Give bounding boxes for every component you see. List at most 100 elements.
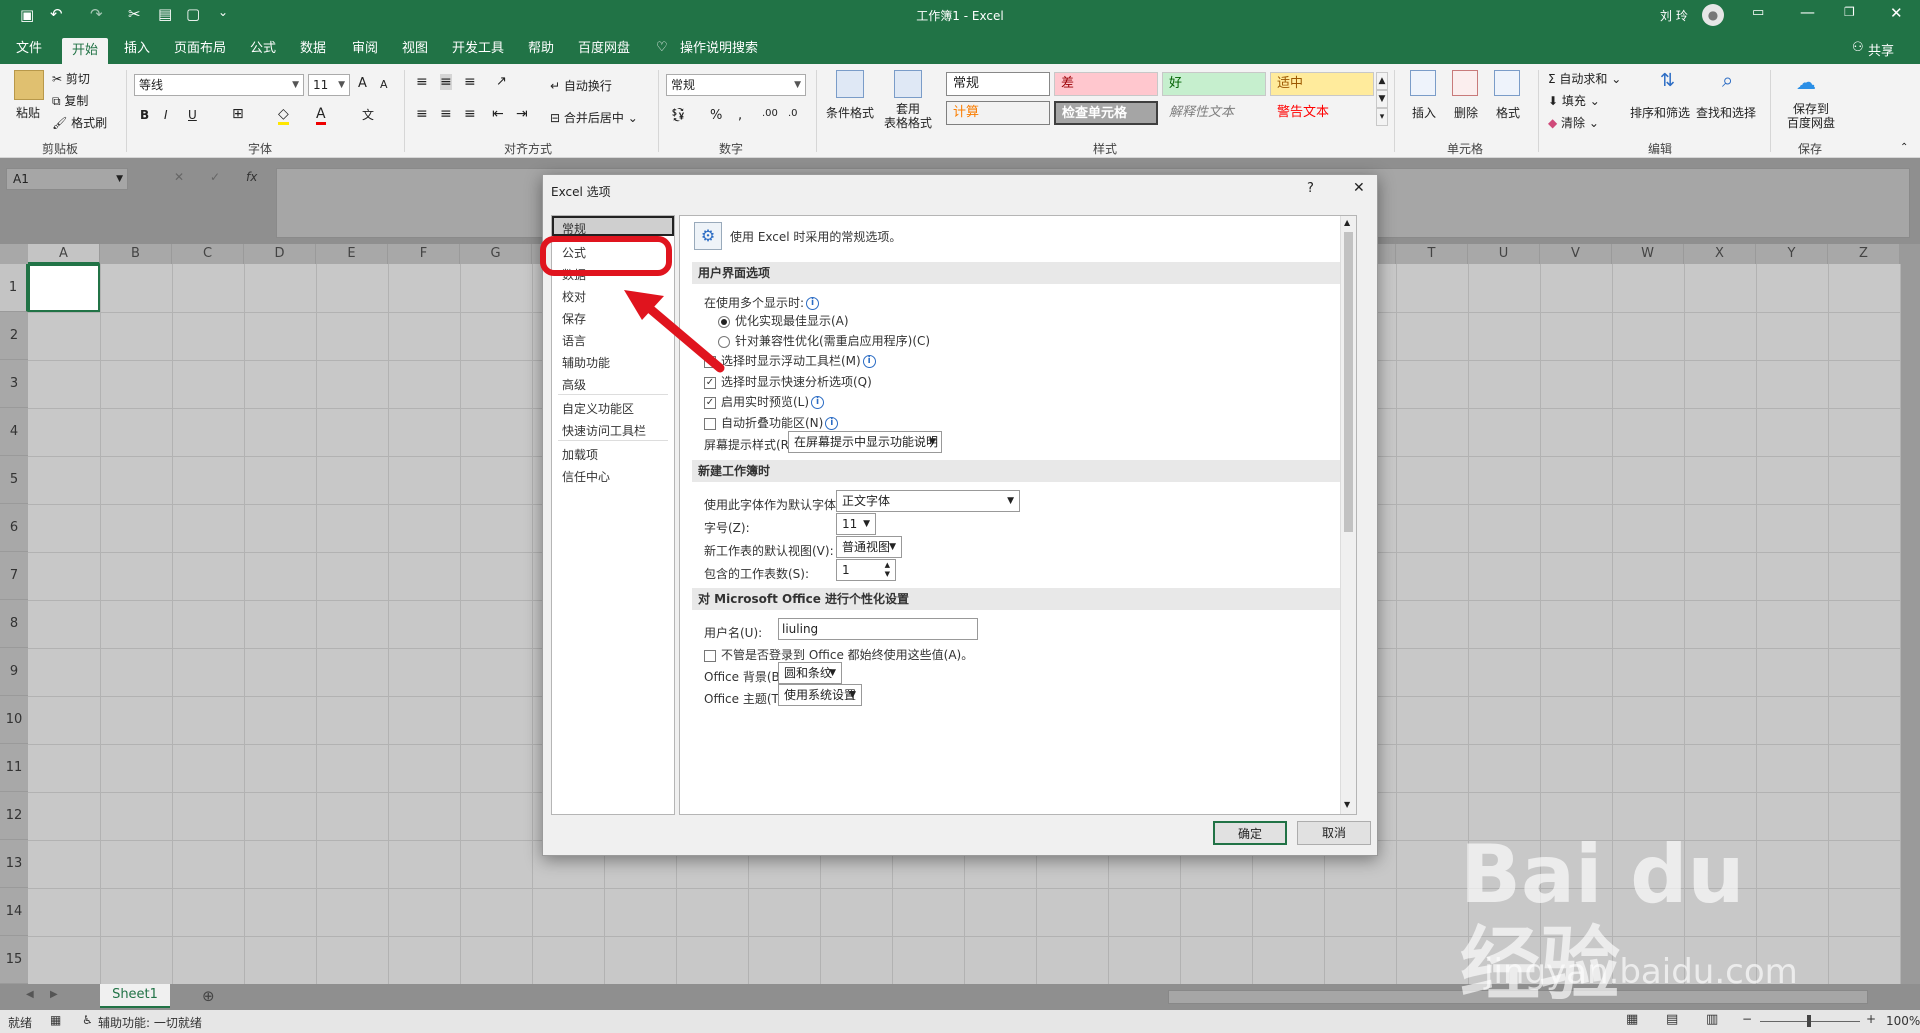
find-select-button[interactable]: 查找和选择 [1696,104,1756,121]
nav-advanced[interactable]: 高级 [562,376,586,393]
tab-help[interactable]: 帮助 [518,36,564,62]
ok-button[interactable]: 确定 [1213,821,1287,845]
radio-compatibility[interactable]: 针对兼容性优化(需重启应用程序)(C) [718,332,930,349]
nav-quick-access-toolbar[interactable]: 快速访问工具栏 [562,422,646,439]
tab-developer[interactable]: 开发工具 [442,36,514,62]
prev-sheet-icon[interactable]: ◀ [26,989,34,1000]
nav-add-ins[interactable]: 加载项 [562,446,598,463]
cancel-entry-icon[interactable]: ✕ [174,170,184,184]
autosum-button[interactable]: Σ 自动求和 ⌄ [1548,70,1621,87]
row-header[interactable]: 4 [0,408,28,456]
office-theme-select[interactable]: 使用系统设置 ▼ [778,684,862,706]
tab-data[interactable]: 数据 [290,36,336,62]
align-top-icon[interactable]: ≡ [416,74,428,90]
zoom-out-icon[interactable]: − [1742,1012,1752,1026]
zoom-level[interactable]: 100% [1886,1014,1920,1028]
phonetic-icon[interactable]: 文 [362,106,374,123]
nav-save[interactable]: 保存 [562,310,586,327]
tab-review[interactable]: 审阅 [342,36,388,62]
format-cells-button[interactable]: 格式 [1496,104,1520,121]
nav-accessibility[interactable]: 辅助功能 [562,354,610,371]
font-color-icon[interactable]: A [316,106,326,125]
row-header[interactable]: 14 [0,888,28,936]
tab-formulas[interactable]: 公式 [240,36,286,62]
column-header[interactable]: D [244,244,316,264]
tab-home[interactable]: 开始 [62,38,109,64]
nav-language[interactable]: 语言 [562,332,586,349]
column-header[interactable]: Z [1828,244,1900,264]
select-all-corner[interactable] [0,244,28,264]
wrap-text-button[interactable]: ↵ 自动换行 [550,77,612,94]
save-as-icon[interactable]: ▤ [158,5,172,23]
indent-increase-icon[interactable]: ⇥ [516,106,528,122]
sheet-count-spinner[interactable]: 1 ▲ ▼ [836,559,896,581]
sort-filter-button[interactable]: 排序和筛选 [1630,104,1690,121]
clear-button[interactable]: ◆ 清除 ⌄ [1548,114,1599,131]
checkbox-unchecked-icon[interactable] [704,417,716,430]
delete-cells-button[interactable]: 删除 [1454,104,1478,121]
tell-me-search[interactable]: 操作说明搜索 [670,36,768,62]
style-explanatory[interactable]: 解释性文本 [1162,101,1266,125]
column-header[interactable]: C [172,244,244,264]
cut-icon[interactable]: ✂ [128,5,141,23]
style-calculation[interactable]: 计算 [946,101,1050,125]
dialog-help-button[interactable]: ? [1307,181,1314,196]
close-window-icon[interactable]: ✕ [1890,4,1903,22]
column-header[interactable]: E [316,244,388,264]
avatar[interactable]: ● [1702,4,1724,26]
font-name-combo[interactable]: 等线 ▼ [134,74,304,96]
row-header[interactable]: 11 [0,744,28,792]
accessibility-status[interactable]: 辅助功能: 一切就绪 [98,1014,202,1031]
styles-scroll-up-icon[interactable]: ▲ [1376,72,1388,90]
comma-button[interactable]: , [738,108,742,123]
merge-center-button[interactable]: ⊟ 合并后居中 ⌄ [550,109,638,126]
row-header[interactable]: 6 [0,504,28,552]
style-neutral[interactable]: 适中 [1270,72,1374,96]
next-sheet-icon[interactable]: ▶ [50,989,58,1000]
default-view-select[interactable]: 普通视图 ▼ [836,536,902,558]
number-format-combo[interactable]: 常规 ▼ [666,74,806,96]
font-size-combo[interactable]: 11 ▼ [308,74,350,96]
screentip-style-select[interactable]: 在屏幕提示中显示功能说明 ▼ [788,431,942,453]
minimize-icon[interactable]: — [1800,3,1815,21]
radio-best-display[interactable]: 优化实现最佳显示(A) [718,312,849,329]
check-always-use-values[interactable]: 不管是否登录到 Office 都始终使用这些值(A)。 [704,646,973,663]
copy-button[interactable]: ⧉ 复制 [52,92,88,109]
currency-icon[interactable]: 💱︎ [670,108,687,123]
align-left-icon[interactable]: ≡ [416,106,428,122]
options-scrollbar[interactable]: ▲ ▼ [1340,216,1356,814]
accessibility-icon[interactable]: ♿︎ [82,1013,93,1027]
active-cell-a1[interactable] [28,264,100,312]
style-good[interactable]: 好 [1162,72,1266,96]
fill-button[interactable]: ⬇ 填充 ⌄ [1548,92,1600,109]
row-header[interactable]: 2 [0,312,28,360]
bold-button[interactable]: B [140,108,149,122]
align-bottom-icon[interactable]: ≡ [464,74,476,90]
zoom-slider-thumb[interactable] [1807,1015,1811,1027]
style-bad[interactable]: 差 [1054,72,1158,96]
tab-baidu-netdisk[interactable]: 百度网盘 [568,36,640,62]
row-header[interactable]: 7 [0,552,28,600]
row-header[interactable]: 5 [0,456,28,504]
row-header[interactable]: 15 [0,936,28,984]
cancel-button[interactable]: 取消 [1297,821,1371,845]
column-header[interactable]: B [100,244,172,264]
align-center-icon[interactable]: ≡ [440,106,452,122]
row-header[interactable]: 10 [0,696,28,744]
styles-more-icon[interactable]: ▾ [1376,108,1388,126]
collapse-ribbon-icon[interactable]: ⌃ [1900,142,1908,153]
insert-cells-button[interactable]: 插入 [1412,104,1436,121]
column-header[interactable]: G [460,244,532,264]
orientation-icon[interactable]: ↗ [496,74,507,89]
save-icon[interactable]: ▣ [20,6,34,24]
checkbox-checked-icon[interactable]: ✓ [704,396,716,409]
style-warning[interactable]: 警告文本 [1270,101,1374,125]
customize-qat-icon[interactable]: ⌄ [218,5,228,19]
column-header[interactable]: Y [1756,244,1828,264]
indent-decrease-icon[interactable]: ⇤ [492,106,504,122]
insert-function-icon[interactable]: fx [246,170,257,184]
zoom-in-icon[interactable]: + [1866,1012,1876,1026]
align-right-icon[interactable]: ≡ [464,106,476,122]
add-sheet-icon[interactable]: ⊕ [202,987,215,1005]
column-header[interactable]: W [1612,244,1684,264]
